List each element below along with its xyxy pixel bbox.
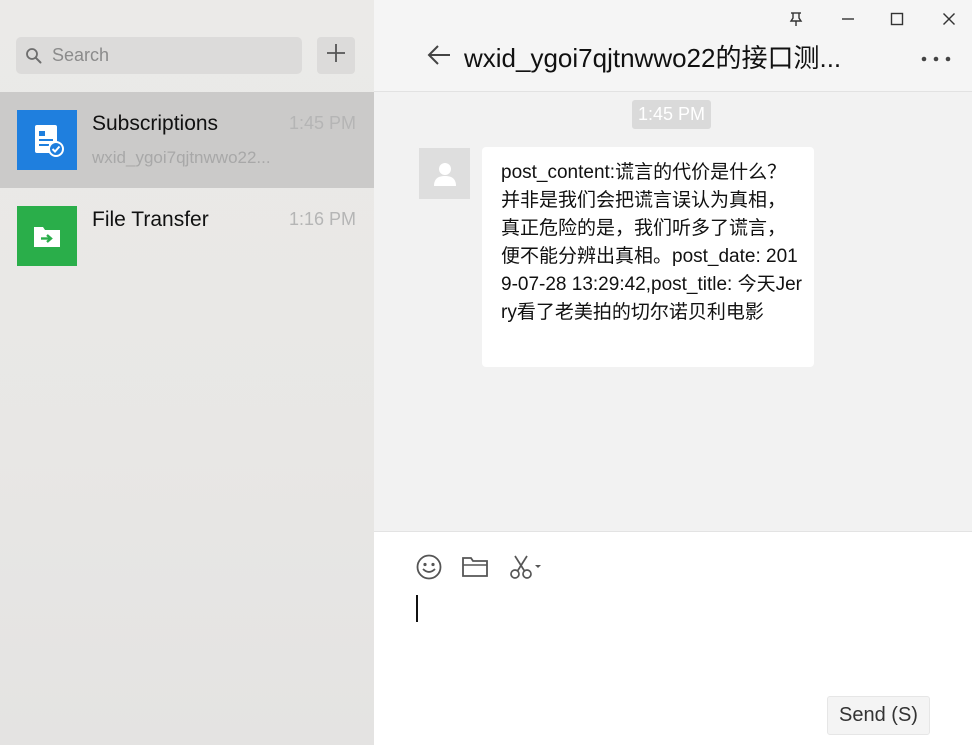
subscriptions-icon — [17, 110, 77, 170]
chat-preview: wxid_ygoi7qjtnwwo22... — [92, 148, 271, 167]
emoji-icon[interactable] — [414, 552, 444, 582]
add-button[interactable] — [317, 37, 355, 74]
send-button[interactable]: Send (S) — [827, 696, 930, 735]
pin-icon[interactable] — [785, 8, 807, 30]
message-composer[interactable]: Send (S) — [374, 531, 972, 745]
chat-header: wxid_ygoi7qjtnwwo22的接口测... — [374, 0, 972, 92]
search-placeholder: Search — [52, 45, 110, 65]
back-arrow-icon[interactable] — [424, 40, 454, 70]
more-options-icon[interactable] — [918, 48, 954, 70]
chat-item-file-transfer[interactable]: File Transfer 1:16 PM — [0, 188, 374, 284]
file-transfer-icon — [17, 206, 77, 266]
chat-title: wxid_ygoi7qjtnwwo22的接口测... — [464, 43, 842, 73]
minimize-icon[interactable] — [837, 8, 859, 30]
sidebar: Search Subscriptions 1:45 PM wxid_ygoi7q… — [0, 0, 374, 745]
chat-name: File Transfer — [92, 208, 209, 231]
chat-time: 1:45 PM — [288, 113, 356, 133]
folder-icon[interactable] — [460, 552, 490, 582]
scissors-icon[interactable] — [506, 552, 546, 582]
close-icon[interactable] — [938, 8, 960, 30]
maximize-icon[interactable] — [886, 8, 908, 30]
search-icon — [16, 37, 52, 74]
plus-icon — [326, 43, 346, 68]
chat-time: 1:16 PM — [288, 209, 356, 229]
text-cursor — [416, 595, 418, 622]
message-time-badge: 1:45 PM — [632, 100, 712, 129]
chat-item-subscriptions[interactable]: Subscriptions 1:45 PM wxid_ygoi7qjtnwwo2… — [0, 92, 374, 188]
chat-name: Subscriptions — [92, 112, 219, 135]
message-bubble[interactable]: post_content:谎言的代价是什么？并非是我们会把谎言误认为真相，真正危… — [482, 147, 814, 367]
search-input[interactable]: Search — [16, 37, 302, 74]
avatar[interactable] — [419, 148, 470, 199]
chat-panel: wxid_ygoi7qjtnwwo22的接口测... 1:45 PM post_… — [374, 0, 972, 745]
message-list[interactable]: 1:45 PM post_content:谎言的代价是什么？并非是我们会把谎言误… — [374, 92, 972, 531]
